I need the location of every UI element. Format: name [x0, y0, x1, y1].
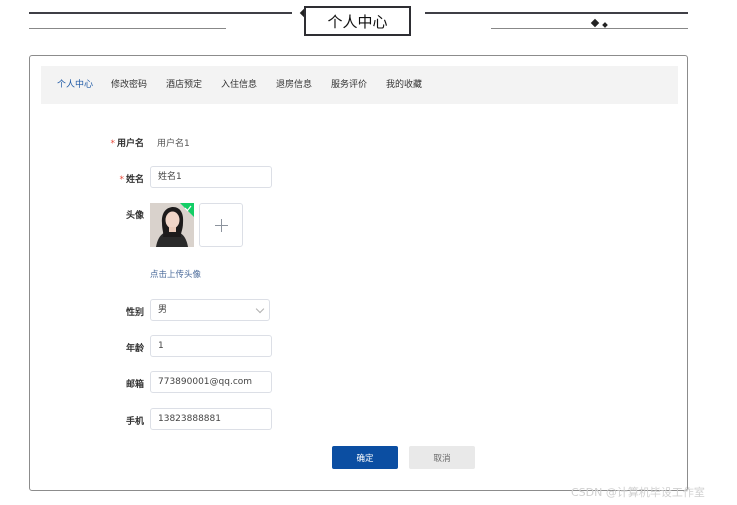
page-title: 个人中心	[304, 6, 411, 36]
header-line-right-bottom	[491, 28, 688, 29]
gender-select-value: 男	[158, 305, 168, 315]
header-diamond-right-small	[602, 22, 608, 28]
required-mark: *	[110, 139, 115, 149]
tab-checkout-info[interactable]: 退房信息	[276, 66, 312, 104]
header-diamond-right-large	[590, 18, 600, 28]
username-value: 用户名1	[157, 139, 190, 149]
name-label: * 姓名	[119, 175, 144, 185]
header-line-right-top	[425, 12, 688, 14]
watermark: CSDN @计算机毕设工作室	[571, 486, 705, 499]
avatar-label: 头像	[125, 211, 144, 221]
age-input[interactable]: 1	[150, 335, 272, 357]
cancel-button[interactable]: 取消	[409, 446, 475, 469]
header-line-left-top	[29, 12, 292, 14]
tab-bar: 个人中心 修改密码 酒店预定 入住信息 退房信息 服务评价 我的收藏	[41, 66, 678, 104]
phone-label: 手机	[125, 417, 144, 427]
tab-change-password[interactable]: 修改密码	[111, 66, 147, 104]
gender-label: 性别	[125, 308, 144, 318]
email-label: 邮箱	[125, 380, 144, 390]
avatar-image[interactable]	[150, 203, 194, 247]
username-label: * 用户名	[110, 139, 144, 149]
tab-checkin-info[interactable]: 入住信息	[221, 66, 257, 104]
name-input[interactable]: 姓名1	[150, 166, 272, 188]
age-label: 年龄	[125, 344, 144, 354]
tab-personal-center[interactable]: 个人中心	[57, 66, 93, 104]
avatar-upload-hint[interactable]: 点击上传头像	[150, 268, 201, 280]
confirm-button[interactable]: 确定	[332, 446, 398, 469]
required-mark: *	[119, 175, 124, 185]
avatar-upload-button[interactable]	[199, 203, 243, 247]
email-input[interactable]: 773890001@qq.com	[150, 371, 272, 393]
chevron-down-icon	[255, 304, 265, 314]
tab-service-review[interactable]: 服务评价	[331, 66, 367, 104]
phone-input[interactable]: 13823888881	[150, 408, 272, 430]
header-line-left-bottom	[29, 28, 226, 29]
profile-card: 个人中心 修改密码 酒店预定 入住信息 退房信息 服务评价 我的收藏 * 用户名 …	[29, 55, 688, 491]
tab-hotel-booking[interactable]: 酒店预定	[166, 66, 202, 104]
tab-my-favorites[interactable]: 我的收藏	[386, 66, 422, 104]
gender-select[interactable]: 男	[150, 299, 270, 321]
